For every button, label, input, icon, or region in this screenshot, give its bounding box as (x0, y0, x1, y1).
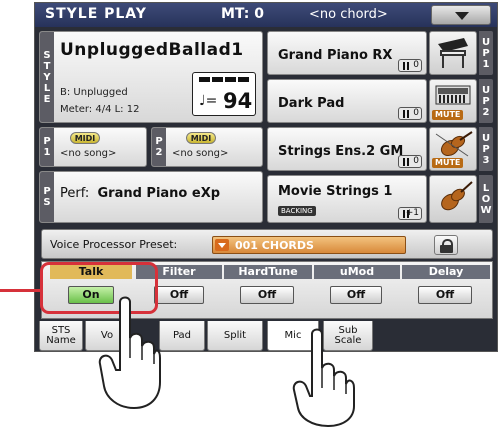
sound-name: Dark Pad (278, 96, 345, 111)
song-name: <no song> (172, 148, 229, 159)
chevron-down-icon[interactable] (215, 239, 229, 251)
master-transpose: MT: 0 (221, 6, 264, 22)
beat-indicator (199, 77, 249, 82)
violin-icon[interactable]: MUTE (429, 127, 477, 171)
mute-badge: MUTE (432, 158, 464, 168)
performance-side-label: PS (40, 172, 54, 222)
mute-badge: MUTE (432, 110, 464, 120)
tempo-display[interactable]: ♩= 94 (192, 72, 256, 116)
lower-side-label: LOW (479, 175, 493, 223)
lock-icon[interactable] (434, 235, 458, 255)
volume-indicator: 0 (398, 107, 422, 120)
umod-title: uMod (314, 265, 400, 279)
page-title: STYLE PLAY (45, 6, 147, 22)
voice-processor-area: Voice Processor Preset: 001 CHORDS (41, 229, 493, 259)
song-name: <no song> (60, 148, 117, 159)
keyboard-sound-upper-3[interactable]: Strings Ens.2 GM 0 (267, 127, 427, 171)
tab-sts-name[interactable]: STS Name (39, 321, 83, 351)
synth-icon-graphic (435, 85, 471, 105)
style-meter: Meter: 4/4 L: 12 (60, 104, 140, 115)
page-menu-button[interactable] (431, 5, 491, 25)
sound-name: Grand Piano RX (278, 48, 393, 63)
upper-2-side-label: UP2 (479, 79, 493, 123)
player-2-side-label: P2 (152, 128, 166, 166)
delay-toggle-button[interactable]: Off (418, 286, 472, 304)
keyboard-sound-lower[interactable]: Movie Strings 1 BACKING +1 (267, 175, 427, 223)
performance-label: Perf: (60, 186, 90, 201)
style-name: UnpluggedBallad1 (60, 40, 244, 60)
volume-indicator: +1 (398, 207, 422, 220)
preset-value: 001 CHORDS (235, 239, 314, 252)
voice-processor-preset-dropdown[interactable]: 001 CHORDS (212, 236, 406, 254)
title-bar: STYLE PLAY MT: 0 <no chord> (35, 3, 497, 27)
piano-icon-graphic (438, 38, 468, 68)
song-player-2[interactable]: P2 MIDI <no song> (151, 127, 263, 167)
style-bank: B: Unplugged (60, 87, 128, 98)
volume-indicator: 0 (398, 155, 422, 168)
tab-split[interactable]: Split (207, 321, 263, 351)
upper-3-side-label: UP3 (479, 127, 493, 171)
style-panel[interactable]: STYLE UnpluggedBallad1 B: Unplugged Mete… (39, 31, 263, 123)
backing-badge: BACKING (278, 206, 316, 216)
piano-icon[interactable] (429, 31, 477, 75)
pointer-hand-icon (98, 296, 161, 410)
violin-icon[interactable] (429, 175, 477, 223)
delay-title: Delay (402, 265, 490, 279)
upper-1-side-label: UP1 (479, 31, 493, 75)
performance-panel[interactable]: PS Perf: Grand Piano eXp (39, 171, 263, 223)
sound-name: Strings Ens.2 GM (278, 144, 404, 159)
violin-icon-graphic (441, 181, 473, 211)
tempo-symbol: ♩= (199, 93, 218, 109)
synth-icon[interactable]: MUTE (429, 79, 477, 123)
hardtune-toggle-button[interactable]: Off (240, 286, 294, 304)
volume-indicator: 0 (398, 59, 422, 72)
violin-icon-graphic (435, 131, 473, 157)
keyboard-sound-upper-1[interactable]: Grand Piano RX 0 (267, 31, 427, 75)
voice-processor-label: Voice Processor Preset: (50, 238, 178, 251)
callout-line (0, 289, 40, 292)
player-1-side-label: P1 (40, 128, 54, 166)
midi-badge: MIDI (186, 132, 216, 144)
song-player-1[interactable]: P1 MIDI <no song> (39, 127, 147, 167)
tempo-value: 94 (223, 89, 253, 113)
umod-toggle-button[interactable]: Off (330, 286, 382, 304)
midi-badge: MIDI (70, 132, 100, 144)
hardtune-title: HardTune (224, 265, 312, 279)
performance-label-wrap: Perf: Grand Piano eXp (60, 186, 220, 201)
performance-name: Grand Piano eXp (97, 186, 221, 201)
pointer-hand-icon (292, 328, 355, 428)
style-side-label: STYLE (40, 32, 54, 122)
sound-name: Movie Strings 1 (278, 184, 393, 199)
keyboard-sound-upper-2[interactable]: Dark Pad 0 (267, 79, 427, 123)
tab-pad[interactable]: Pad (159, 321, 205, 351)
chord-display: <no chord> (309, 7, 388, 22)
